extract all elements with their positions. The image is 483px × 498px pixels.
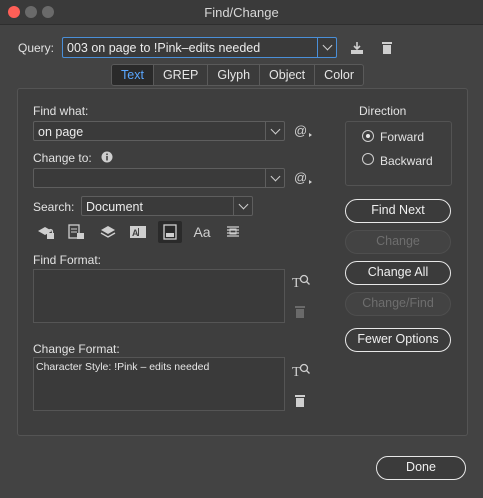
clear-change-format-icon[interactable] — [293, 393, 307, 409]
save-query-icon[interactable] — [348, 39, 366, 57]
include-locked-stories-icon[interactable] — [66, 223, 86, 241]
change-all-button[interactable]: Change All — [345, 261, 451, 285]
include-footnotes-icon[interactable] — [158, 221, 182, 243]
find-format-label: Find Format: — [33, 253, 102, 267]
change-button[interactable]: Change — [345, 230, 451, 254]
search-scope-select[interactable]: Document — [81, 196, 253, 216]
search-scope-dropdown-button[interactable] — [233, 197, 252, 215]
whole-word-icon[interactable] — [223, 223, 243, 241]
change-to-field[interactable] — [33, 168, 285, 188]
direction-forward-label: Forward — [380, 130, 425, 144]
find-change-window: Find/Change Query: 003 on page to !Pink–… — [0, 0, 483, 498]
change-format-box[interactable]: Character Style: !Pink – edits needed — [33, 357, 285, 411]
mode-tabs: Text GREP Glyph Object Color — [111, 64, 365, 86]
include-locked-layers-icon[interactable] — [36, 223, 56, 241]
svg-text:@: @ — [294, 123, 307, 138]
change-to-dropdown-button[interactable] — [265, 169, 284, 187]
special-characters-find-icon[interactable]: @ — [294, 122, 314, 140]
window-title: Find/Change — [204, 5, 279, 20]
search-label: Search: — [33, 200, 75, 214]
change-to-label: Change to: — [33, 151, 92, 165]
chevron-down-icon — [270, 171, 280, 181]
find-what-dropdown-button[interactable] — [265, 122, 284, 140]
find-what-field[interactable]: on page — [33, 121, 285, 141]
find-format-box[interactable] — [33, 269, 285, 323]
change-format-label: Change Format: — [33, 342, 120, 356]
fewer-options-button[interactable]: Fewer Options — [345, 328, 451, 352]
direction-backward-radio[interactable] — [362, 153, 374, 165]
query-dropdown-button[interactable] — [317, 38, 336, 57]
query-dropdown[interactable]: 003 on page to !Pink–edits needed — [62, 37, 337, 58]
query-value: 003 on page to !Pink–edits needed — [67, 41, 261, 55]
title-bar: Find/Change — [0, 0, 483, 25]
direction-forward-radio[interactable] — [362, 130, 374, 142]
tab-object[interactable]: Object — [260, 65, 316, 85]
find-what-label: Find what: — [33, 104, 89, 118]
svg-text:A: A — [132, 228, 139, 238]
svg-text:T: T — [292, 365, 301, 378]
tab-color[interactable]: Color — [315, 65, 363, 85]
tab-text[interactable]: Text — [112, 65, 154, 85]
chevron-down-icon — [322, 40, 332, 51]
info-icon[interactable] — [100, 150, 114, 164]
delete-query-icon[interactable] — [379, 39, 395, 57]
clear-find-format-icon[interactable] — [293, 304, 307, 320]
special-characters-change-icon[interactable]: @ — [294, 169, 314, 187]
done-button[interactable]: Done — [376, 456, 466, 480]
specify-find-format-icon[interactable]: T — [291, 272, 311, 290]
chevron-down-icon — [238, 199, 248, 209]
direction-backward-label: Backward — [380, 154, 433, 168]
include-hidden-layers-icon[interactable] — [98, 223, 118, 241]
query-label: Query: — [18, 41, 55, 55]
change-find-button[interactable]: Change/Find — [345, 292, 451, 316]
svg-text:T: T — [292, 276, 301, 289]
tab-glyph[interactable]: Glyph — [208, 65, 261, 85]
include-master-pages-icon[interactable]: A — [128, 223, 148, 241]
direction-label: Direction — [359, 104, 407, 118]
find-next-button[interactable]: Find Next — [345, 199, 451, 223]
chevron-down-icon — [270, 124, 280, 134]
svg-text:@: @ — [294, 170, 307, 185]
search-scope-value: Document — [86, 200, 143, 214]
case-sensitive-icon[interactable]: Aa — [191, 223, 213, 241]
tab-grep[interactable]: GREP — [154, 65, 209, 85]
specify-change-format-icon[interactable]: T — [291, 361, 311, 379]
change-format-value: Character Style: !Pink – edits needed — [36, 361, 210, 373]
find-what-value: on page — [38, 125, 84, 139]
